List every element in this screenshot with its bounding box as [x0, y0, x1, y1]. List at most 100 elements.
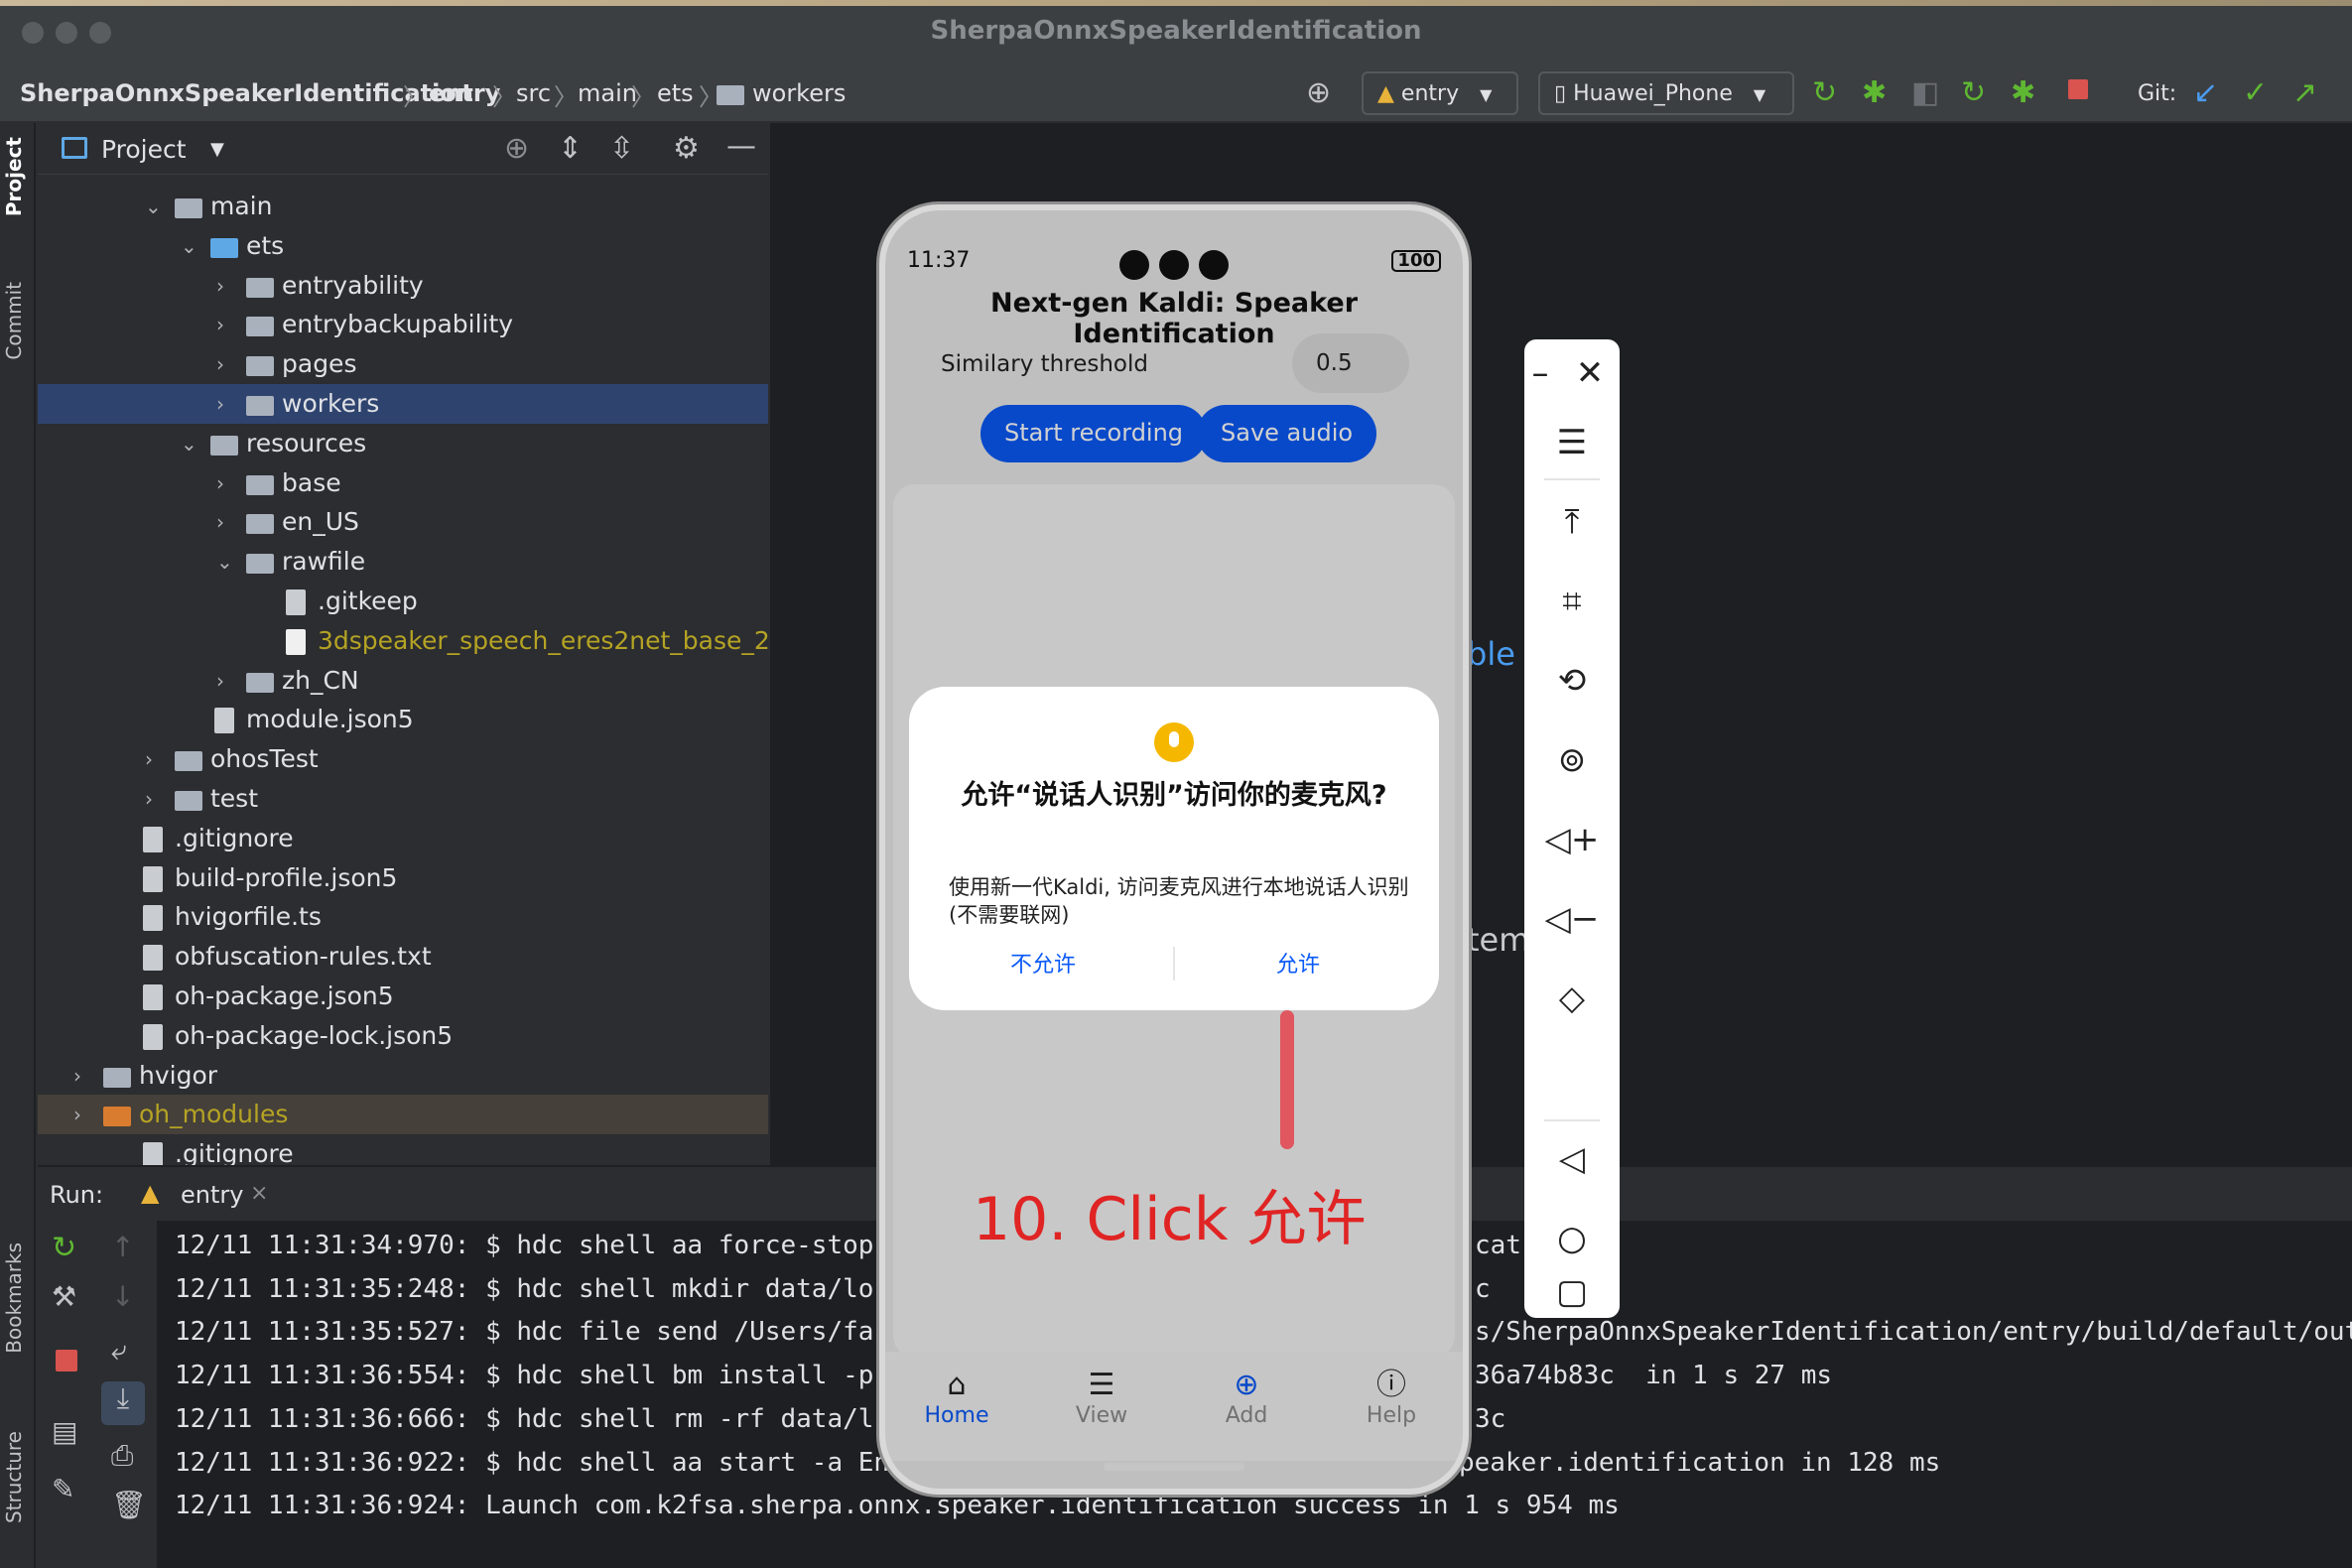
folder-icon — [246, 396, 274, 416]
home-indicator[interactable] — [1104, 1463, 1244, 1471]
device-select[interactable]: ▯ Huawei_Phone ▼ — [1538, 71, 1794, 115]
volume-down-icon[interactable]: ◁− — [1524, 899, 1620, 939]
chevron-right-icon[interactable]: › — [216, 463, 224, 503]
menu-icon[interactable]: ☰ — [1524, 423, 1620, 462]
stop-icon[interactable] — [2068, 79, 2088, 99]
run-config-select[interactable]: ▲ entry ▼ — [1362, 71, 1518, 115]
tree-item[interactable]: ⌄ main — [38, 187, 768, 226]
back-icon[interactable]: ◁ — [1524, 1139, 1620, 1179]
screenshot-icon[interactable]: ⊚ — [1524, 740, 1620, 780]
chevron-right-icon[interactable]: › — [216, 502, 224, 542]
breadcrumb-entry[interactable]: entry — [429, 79, 500, 107]
close-icon[interactable]: × — [250, 1181, 268, 1206]
folder-icon — [246, 514, 274, 535]
debug-icon[interactable]: ✱ — [1862, 75, 1887, 111]
crop-icon[interactable]: ⌗ — [1524, 582, 1620, 621]
pin-icon[interactable]: ✎ — [52, 1473, 74, 1505]
tree-item[interactable]: › ohosTest — [38, 739, 768, 779]
chevron-down-icon[interactable]: ⌄ — [145, 187, 162, 226]
git-update-icon[interactable]: ↙ — [2193, 75, 2218, 111]
chevron-right-icon[interactable]: › — [73, 1056, 81, 1096]
tree-item[interactable]: › pages — [38, 344, 768, 384]
trash-icon[interactable]: 🗑 — [111, 1489, 147, 1521]
tree-item[interactable]: › hvigor — [38, 1056, 768, 1096]
chevron-down-icon[interactable]: ▼ — [210, 139, 224, 160]
tree-item[interactable]: obfuscation-rules.txt — [38, 937, 768, 977]
rerun-icon[interactable]: ↻ — [52, 1231, 76, 1265]
folder-icon — [210, 435, 238, 456]
soft-wrap-icon[interactable]: ⤶ — [111, 1334, 127, 1368]
tree-item[interactable]: 3dspeaker_speech_eres2net_base_2( — [38, 621, 768, 661]
chevron-right-icon[interactable]: › — [145, 779, 153, 819]
shake-icon[interactable]: ◇ — [1524, 979, 1620, 1018]
deny-button[interactable]: 不允许 — [1010, 947, 1076, 979]
tree-item[interactable]: module.json5 — [38, 700, 768, 739]
tree-item[interactable]: .gitignore — [38, 819, 768, 858]
tree-item[interactable]: hvigorfile.ts — [38, 897, 768, 937]
layout-icon[interactable]: ▤ — [52, 1415, 77, 1448]
chevron-right-icon[interactable]: › — [73, 1095, 81, 1134]
chevron-down-icon: ▼ — [1753, 85, 1766, 104]
tab-project[interactable]: Project — [2, 137, 26, 216]
chevron-down-icon[interactable]: ⌄ — [216, 542, 233, 582]
scroll-up-icon[interactable]: ↑ — [111, 1231, 134, 1263]
print-icon[interactable]: ⎙ — [111, 1439, 133, 1473]
expand-all-icon[interactable]: ⇕ — [558, 131, 583, 166]
tab-structure[interactable]: Structure — [2, 1431, 26, 1523]
recents-icon[interactable]: ▢ — [1524, 1272, 1620, 1312]
tree-item[interactable]: › en_US — [38, 502, 768, 542]
target-icon[interactable]: ⊕ — [1306, 75, 1331, 111]
chevron-right-icon[interactable]: › — [216, 384, 224, 424]
volume-up-icon[interactable]: ◁+ — [1524, 820, 1620, 859]
tree-item[interactable]: › entryability — [38, 266, 768, 306]
gear-icon[interactable]: ⚙ — [673, 131, 700, 166]
hide-panel-icon[interactable]: — — [726, 129, 756, 164]
dialog-button-divider — [1173, 947, 1175, 980]
tree-item[interactable]: build-profile.json5 — [38, 858, 768, 898]
tree-item[interactable]: › entrybackupability — [38, 305, 768, 344]
attach-debugger-icon[interactable]: ◧ — [1911, 75, 1939, 111]
tree-item[interactable]: ⌄ resources — [38, 424, 768, 463]
pin-to-top-icon[interactable]: ⤒ — [1524, 502, 1620, 542]
chevron-down-icon[interactable]: ⌄ — [181, 424, 197, 463]
tree-item[interactable]: oh-package.json5 — [38, 977, 768, 1016]
breadcrumb-src[interactable]: src — [516, 79, 551, 107]
chevron-right-icon[interactable]: › — [216, 661, 224, 701]
rotate-icon[interactable]: ⟲ — [1524, 661, 1620, 701]
project-panel-title[interactable]: Project — [101, 135, 187, 164]
apply-changes-icon[interactable]: ↻ — [1961, 75, 1986, 111]
wrench-icon[interactable]: ⚒ — [52, 1280, 76, 1313]
scroll-down-icon[interactable]: ↓ — [111, 1280, 134, 1313]
chevron-down-icon[interactable]: ⌄ — [181, 226, 197, 266]
tree-item[interactable]: › test — [38, 779, 768, 819]
rerun-icon[interactable]: ↻ — [1812, 75, 1837, 111]
tab-commit[interactable]: Commit — [2, 282, 26, 360]
breadcrumb-ets[interactable]: ets — [657, 79, 694, 107]
git-commit-icon[interactable]: ✓ — [2243, 75, 2268, 111]
tree-item[interactable]: › zh_CN — [38, 661, 768, 701]
close-icon[interactable]: ✕ — [1560, 353, 1620, 393]
tree-item[interactable]: .gitkeep — [38, 582, 768, 621]
chevron-right-icon[interactable]: › — [216, 305, 224, 344]
breadcrumb-main[interactable]: main — [578, 79, 637, 107]
scroll-to-end-icon[interactable]: ⤓ — [101, 1381, 145, 1425]
tree-item[interactable]: › base — [38, 463, 768, 503]
collapse-all-icon[interactable]: ⇳ — [609, 131, 634, 166]
home-icon[interactable]: ○ — [1524, 1219, 1620, 1258]
chevron-right-icon[interactable]: › — [216, 266, 224, 306]
tree-item[interactable]: oh-package-lock.json5 — [38, 1016, 768, 1056]
allow-button[interactable]: 允许 — [1276, 947, 1320, 979]
tree-item[interactable]: ⌄ rawfile — [38, 542, 768, 582]
chevron-right-icon[interactable]: › — [216, 344, 224, 384]
run-tab-entry[interactable]: entry — [181, 1181, 243, 1209]
tab-bookmarks[interactable]: Bookmarks — [2, 1242, 26, 1354]
stop-icon[interactable] — [56, 1350, 77, 1372]
breadcrumb-workers[interactable]: workers — [752, 79, 846, 107]
tree-item[interactable]: › oh_modules — [38, 1095, 768, 1135]
tree-item[interactable]: › workers — [38, 384, 768, 424]
locate-icon[interactable]: ⊕ — [504, 131, 529, 166]
git-push-icon[interactable]: ↗ — [2292, 75, 2317, 111]
tree-item[interactable]: ⌄ ets — [38, 226, 768, 266]
chevron-right-icon[interactable]: › — [145, 739, 153, 779]
profile-icon[interactable]: ✱ — [2011, 75, 2035, 111]
